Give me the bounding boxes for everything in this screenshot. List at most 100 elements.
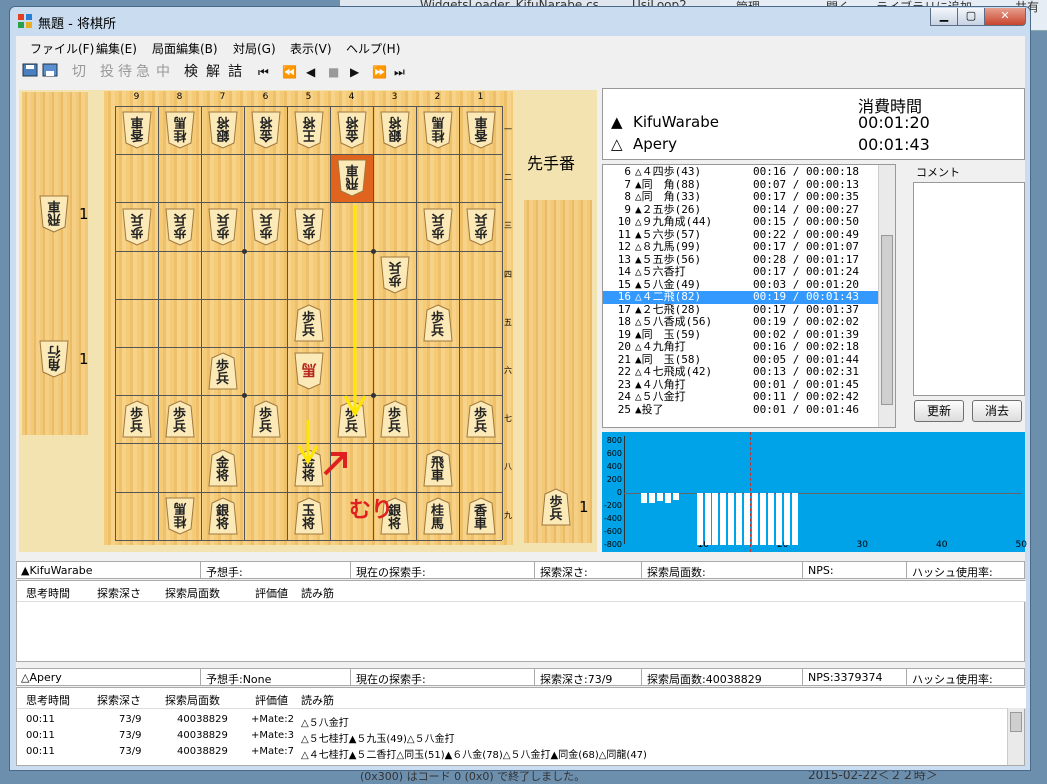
piece-gote-4-2[interactable]: 飛車 — [336, 159, 367, 197]
gote-time: 00:01:43 — [858, 135, 930, 154]
piece-sente-5-9[interactable]: 玉将 — [293, 497, 324, 535]
sente-hand-piece[interactable]: 歩兵 — [541, 488, 571, 526]
toolbar-resign[interactable]: 投 — [100, 62, 114, 82]
piece-sente-1-7[interactable]: 歩兵 — [465, 400, 496, 438]
close-button[interactable]: ✕ — [984, 8, 1026, 26]
piece-gote-4-1[interactable]: 金将 — [336, 111, 367, 149]
piece-gote-3-4[interactable]: 歩兵 — [379, 256, 410, 294]
sente-hand-count: 1 — [579, 498, 589, 516]
maximize-button[interactable]: ▢ — [957, 8, 985, 26]
kifu-row[interactable]: 22 △４七飛成(42) 00:13 / 00:02:31 — [603, 365, 879, 379]
piece-gote-3-1[interactable]: 銀将 — [379, 111, 410, 149]
piece-sente-3-7[interactable]: 歩兵 — [379, 400, 410, 438]
piece-sente-5-5[interactable]: 歩兵 — [293, 304, 324, 342]
gote-piece-stand[interactable] — [22, 92, 88, 435]
kifu-row[interactable]: 12 △８九馬(99) 00:17 / 00:01:07 — [603, 240, 879, 254]
open-file-icon[interactable] — [22, 62, 38, 82]
piece-gote-8-1[interactable]: 桂馬 — [164, 111, 195, 149]
piece-gote-7-3[interactable]: 歩兵 — [207, 208, 238, 246]
kifu-row[interactable]: 10 △９九角成(44) 00:15 / 00:00:50 — [603, 215, 879, 229]
gote-hand-count: 1 — [79, 205, 89, 223]
piece-gote-5-6[interactable]: 馬 — [293, 352, 324, 390]
piece-sente-5-8[interactable]: 金将 — [293, 448, 324, 487]
piece-sente-4-7[interactable]: 歩兵 — [336, 400, 367, 438]
save-file-icon[interactable] — [42, 62, 58, 82]
nav-back-icon[interactable]: ◀ — [306, 62, 315, 82]
piece-sente-2-8[interactable]: 飛車 — [422, 448, 453, 487]
kifu-scrollbar[interactable] — [878, 165, 895, 427]
toolbar-cut[interactable]: 切 — [72, 62, 86, 82]
piece-char-bottom: 車 — [474, 114, 488, 130]
piece-sente-1-9[interactable]: 香車 — [465, 497, 496, 535]
piece-sente-6-7[interactable]: 歩兵 — [250, 400, 281, 438]
gote-hand-piece[interactable]: 飛車 — [39, 195, 69, 233]
piece-gote-2-3[interactable]: 歩兵 — [422, 208, 453, 246]
nav-back10-icon[interactable]: ⏪ — [282, 62, 297, 82]
piece-gote-8-3[interactable]: 歩兵 — [164, 208, 195, 246]
minimize-button[interactable]: ▁ — [930, 8, 958, 26]
engine2-pv-table[interactable]: 思考時間 探索深さ 探索局面数 評価値 読み筋 00:11 73/9 4003882… — [16, 687, 1026, 766]
engine1-pv-table[interactable]: 思考時間 探索深さ 探索局面数 評価値 読み筋 — [16, 580, 1026, 662]
menu-file[interactable]: ファイル(F) — [30, 40, 94, 57]
toolbar-analyze[interactable]: 検 — [184, 62, 198, 82]
engine2-pv-row[interactable]: 00:11 73/9 40038829 +Mate:7 △４七桂打▲５二香打△同玉(51… — [17, 744, 1007, 761]
kifu-row[interactable]: 16 △４二飛(82) 00:19 / 00:01:43 — [603, 290, 879, 304]
piece-gote-9-3[interactable]: 歩兵 — [121, 208, 152, 246]
engine2-scroll-thumb[interactable] — [1010, 712, 1022, 732]
menu-view[interactable]: 表示(V) — [290, 40, 332, 57]
comment-clear-button[interactable]: 消去 — [972, 400, 1022, 422]
kifu-scroll-thumb[interactable] — [881, 235, 893, 405]
piece-sente-9-7[interactable]: 歩兵 — [121, 400, 152, 438]
kifu-row[interactable]: 14 △５六香打 00:17 / 00:01:24 — [603, 265, 879, 279]
kifu-list[interactable]: 6 △４四歩(43) 00:16 / 00:00:18 7 ▲同 角(88) 00:07 … — [602, 164, 896, 428]
comment-update-button[interactable]: 更新 — [914, 400, 964, 422]
piece-sente-7-6[interactable]: 歩兵 — [207, 352, 238, 390]
menu-edit[interactable]: 編集(E) — [96, 40, 137, 57]
nav-forward10-icon[interactable]: ⏩ — [372, 62, 387, 82]
toolbar-mate[interactable]: 詰 — [228, 62, 242, 82]
piece-gote-7-1[interactable]: 銀将 — [207, 111, 238, 149]
kifu-row[interactable]: 24 △５八金打 00:11 / 00:02:42 — [603, 390, 879, 404]
kifu-row[interactable]: 6 △４四歩(43) 00:16 / 00:00:18 — [603, 165, 879, 179]
engine2-scrollbar[interactable] — [1007, 708, 1024, 765]
kifu-move: ▲投了 — [635, 402, 664, 416]
piece-gote-1-1[interactable]: 香車 — [465, 111, 496, 149]
piece-sente-2-5[interactable]: 歩兵 — [422, 304, 453, 342]
piece-gote-9-1[interactable]: 香車 — [121, 111, 152, 149]
piece-gote-2-1[interactable]: 桂馬 — [422, 111, 453, 149]
kifu-row[interactable]: 25 ▲投了 00:01 / 00:01:46 — [603, 402, 879, 417]
toolbar-hurry[interactable]: 急 — [136, 62, 150, 82]
nav-first-icon[interactable]: ⏮ — [258, 62, 269, 82]
nav-forward-icon[interactable]: ▶ — [350, 62, 359, 82]
nav-last-icon[interactable]: ⏭ — [394, 62, 405, 82]
comment-textbox[interactable] — [913, 182, 1025, 396]
menu-game[interactable]: 対局(G) — [233, 40, 276, 57]
gote-hand-piece[interactable]: 角行 — [39, 340, 69, 378]
title-bar[interactable]: 無題 - 将棋所 ▁ ▢ ✕ — [10, 7, 1030, 35]
piece-sente-2-9[interactable]: 桂馬 — [422, 497, 453, 535]
piece-sente-7-9[interactable]: 銀将 — [207, 497, 238, 535]
pv-depth: 73/9 — [119, 730, 142, 741]
piece-gote-6-1[interactable]: 金将 — [250, 111, 281, 149]
kifu-row[interactable]: 18 △５八香成(56) 00:19 / 00:02:02 — [603, 315, 879, 329]
rank-label: 一 — [504, 125, 512, 134]
toolbar-solve[interactable]: 解 — [206, 62, 220, 82]
engine2-pv-row[interactable]: 00:11 73/9 40038829 +Mate:2 △５八金打 — [17, 712, 1007, 729]
piece-gote-5-1[interactable]: 王将 — [293, 111, 324, 149]
piece-sente-7-8[interactable]: 金将 — [207, 448, 238, 487]
piece-gote-8-9[interactable]: 桂馬 — [164, 497, 195, 535]
piece-sente-8-7[interactable]: 歩兵 — [164, 400, 195, 438]
piece-gote-5-3[interactable]: 歩兵 — [293, 208, 324, 246]
shogi-board[interactable]: 987654321一二三四五六七八九香車桂馬銀将金将王将金将銀将桂馬香車飛車歩兵… — [104, 91, 513, 545]
piece-gote-6-3[interactable]: 歩兵 — [250, 208, 281, 246]
toolbar-interrupt[interactable]: 中 — [156, 62, 170, 82]
toolbar-wait[interactable]: 待 — [118, 62, 132, 82]
piece-gote-1-3[interactable]: 歩兵 — [465, 208, 496, 246]
menu-position-edit[interactable]: 局面編集(B) — [152, 40, 218, 57]
eval-graph-axis — [624, 436, 625, 544]
kifu-row[interactable]: 8 △同 角(33) 00:17 / 00:00:35 — [603, 190, 879, 204]
engine2-pv-row[interactable]: 00:11 73/9 40038829 +Mate:3 △５七桂打▲５九玉(49)△５八… — [17, 728, 1007, 745]
menu-help[interactable]: ヘルプ(H) — [346, 40, 400, 57]
kifu-row[interactable]: 20 △４九角打 00:16 / 00:02:18 — [603, 340, 879, 354]
nav-stop-icon[interactable]: ■ — [328, 62, 339, 82]
